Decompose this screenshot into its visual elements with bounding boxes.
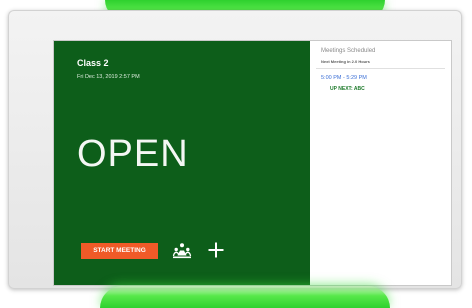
led-status-light-bottom bbox=[100, 286, 390, 308]
add-button[interactable] bbox=[206, 240, 226, 260]
device-screen: Class 2 Fri Dec 13, 2019 2:57 PM OPEN ST… bbox=[54, 41, 451, 285]
start-meeting-button[interactable]: START MEETING bbox=[81, 243, 158, 259]
meetings-title: Meetings Scheduled bbox=[321, 48, 376, 54]
people-button[interactable] bbox=[172, 241, 192, 261]
plus-icon bbox=[208, 242, 224, 258]
meeting-time: 5:00 PM - 5:29 PM bbox=[321, 75, 367, 81]
meeting-list-item[interactable]: 5:00 PM - 5:29 PM UP NEXT: ABC bbox=[321, 75, 441, 95]
meeting-up-next-label: UP NEXT: ABC bbox=[330, 86, 365, 92]
people-group-icon bbox=[172, 243, 192, 259]
room-status-panel: Class 2 Fri Dec 13, 2019 2:57 PM OPEN ST… bbox=[54, 41, 310, 285]
meetings-sidebar: Meetings Scheduled Next Meeting in 2.0 H… bbox=[310, 41, 451, 285]
sidebar-divider bbox=[316, 68, 445, 69]
room-status-text: OPEN bbox=[77, 133, 189, 175]
room-panel-device: Class 2 Fri Dec 13, 2019 2:57 PM OPEN ST… bbox=[8, 10, 462, 289]
room-name: Class 2 bbox=[77, 58, 109, 68]
next-meeting-countdown: Next Meeting in 2.0 Hours bbox=[321, 59, 370, 64]
current-datetime: Fri Dec 13, 2019 2:57 PM bbox=[77, 74, 140, 80]
